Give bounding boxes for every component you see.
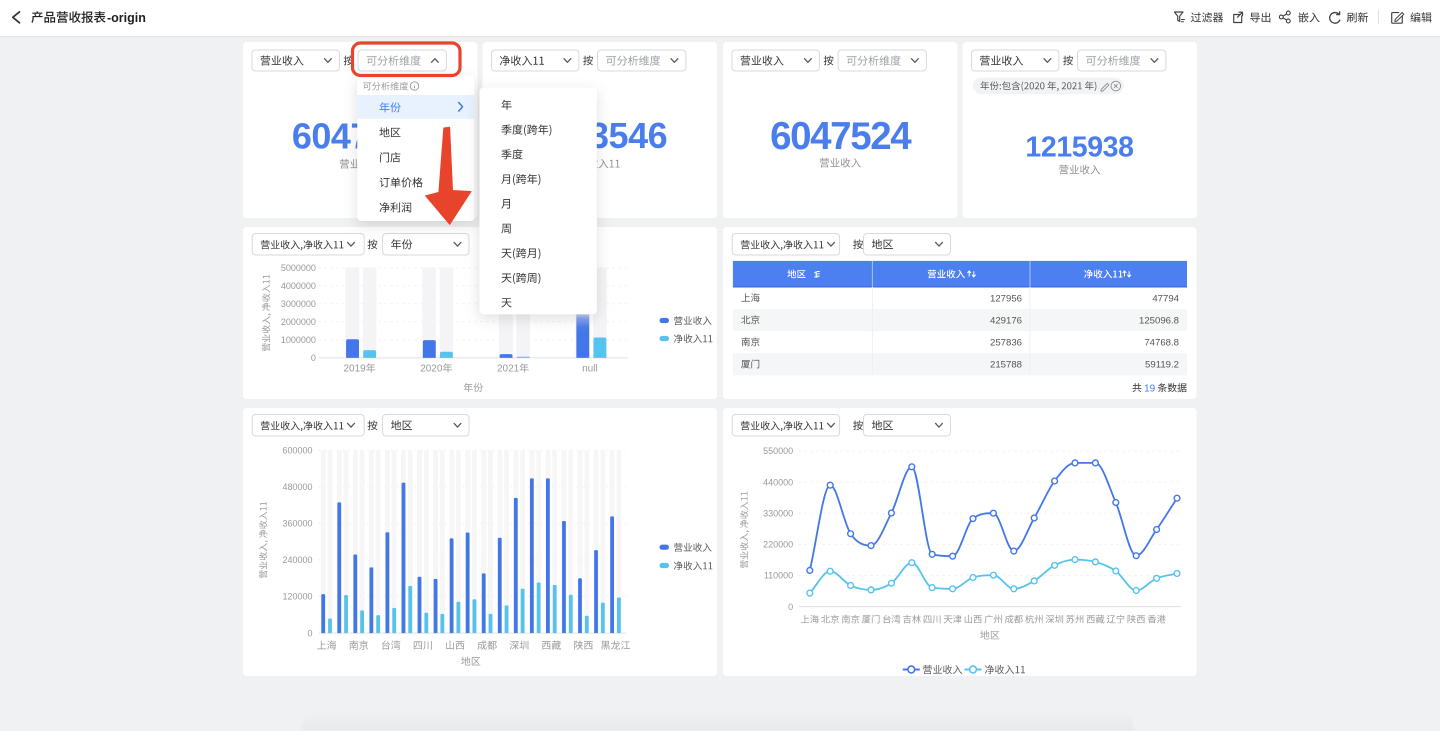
svg-text:19: 19 <box>1144 383 1155 394</box>
svg-text:600000: 600000 <box>282 446 312 456</box>
svg-text:360000: 360000 <box>282 519 312 529</box>
svg-text:550000: 550000 <box>763 446 793 456</box>
svg-text:127956: 127956 <box>990 293 1022 304</box>
svg-text:59119.2: 59119.2 <box>1145 360 1179 371</box>
svg-text:215788: 215788 <box>990 360 1022 371</box>
svg-text:480000: 480000 <box>282 482 312 492</box>
svg-text:null: null <box>582 364 598 375</box>
svg-text:2019: 2019 <box>344 364 367 375</box>
svg-text:0: 0 <box>307 628 312 638</box>
svg-text:0: 0 <box>788 602 793 612</box>
svg-text:-origin: -origin <box>107 11 146 25</box>
svg-text:47794: 47794 <box>1152 293 1179 304</box>
svg-text:3000000: 3000000 <box>281 299 316 309</box>
svg-text:4000000: 4000000 <box>281 281 316 291</box>
svg-text:2020: 2020 <box>420 364 443 375</box>
svg-text:220000: 220000 <box>763 540 793 550</box>
svg-text:110000: 110000 <box>764 571 793 581</box>
svg-text:1: 1 <box>814 270 819 280</box>
svg-text:257836: 257836 <box>990 338 1022 349</box>
svg-text:1000000: 1000000 <box>281 335 316 345</box>
svg-text:429176: 429176 <box>990 315 1022 326</box>
svg-text:2021: 2021 <box>497 364 520 375</box>
svg-text:240000: 240000 <box>282 555 312 565</box>
svg-text:0: 0 <box>311 353 316 363</box>
svg-text:330000: 330000 <box>763 508 793 518</box>
svg-text:125096.8: 125096.8 <box>1139 315 1179 326</box>
svg-text:1215938: 1215938 <box>1025 131 1133 163</box>
svg-text:5000000: 5000000 <box>281 263 316 273</box>
svg-text:120000: 120000 <box>282 592 312 602</box>
svg-text:440000: 440000 <box>763 477 793 487</box>
svg-text:2000000: 2000000 <box>281 317 316 327</box>
svg-text:74768.8: 74768.8 <box>1144 338 1179 349</box>
svg-text:6047524: 6047524 <box>770 115 912 158</box>
